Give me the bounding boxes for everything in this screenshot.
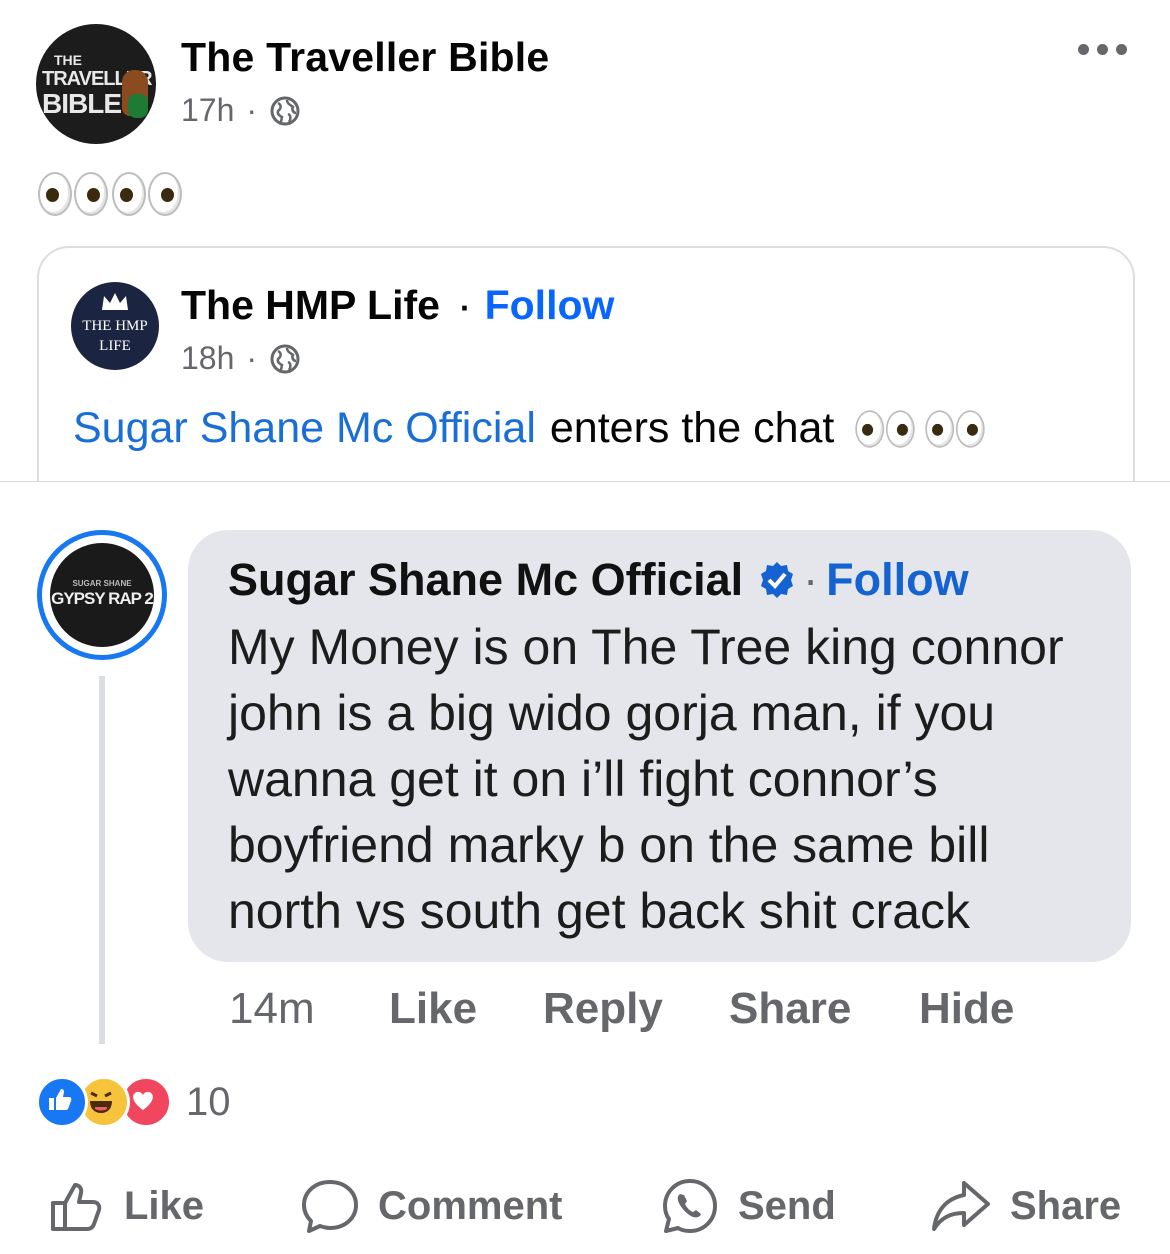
follow-button[interactable]: Follow	[485, 282, 615, 329]
send-button[interactable]: Send	[660, 1170, 836, 1242]
post-action-bar: Like Comment Send Share	[0, 1170, 1170, 1242]
separator-dot: ·	[246, 340, 258, 376]
page-avatar[interactable]: THE TRAVELLER BIBLE	[36, 24, 156, 144]
whatsapp-icon	[663, 1179, 717, 1233]
eyes-emoji-icon	[855, 409, 916, 448]
thumbs-up-icon	[51, 1183, 102, 1231]
comment-text: My Money is on The Tree king connor john…	[228, 614, 1128, 944]
comment-share-button[interactable]: Share	[729, 984, 919, 1034]
comment-line: john is a big wido gorja man, if you	[228, 685, 996, 741]
share-label: Share	[1010, 1183, 1122, 1228]
like-reaction-icon	[36, 1076, 88, 1128]
comment-line: north vs south get back shit crack	[228, 883, 971, 939]
shared-author-row: The HMP Life · Follow	[181, 282, 614, 329]
more-options-icon[interactable]	[1078, 44, 1127, 55]
post-meta: 17h ·	[181, 92, 301, 129]
comment-like-button[interactable]: Like	[389, 984, 543, 1034]
separator-dot: ·	[803, 554, 819, 605]
avatar-text-1: THE	[54, 52, 82, 68]
reaction-count: 10	[186, 1079, 231, 1124]
verified-badge-icon	[761, 562, 794, 598]
globe-icon	[270, 344, 300, 373]
comment-follow-button[interactable]: Follow	[826, 554, 968, 606]
comment-label: Comment	[378, 1183, 563, 1228]
post-body-emoji	[38, 172, 182, 216]
comment-reply-button[interactable]: Reply	[543, 984, 729, 1034]
shared-text-rest: enters the chat	[549, 404, 835, 452]
comment-author[interactable]: Sugar Shane Mc Official	[228, 554, 743, 606]
post-time[interactable]: 17h	[181, 92, 234, 129]
shared-author[interactable]: The HMP Life	[181, 282, 440, 329]
share-arrow-icon	[932, 1181, 990, 1231]
comment-time: 14m	[229, 984, 315, 1033]
send-label: Send	[738, 1183, 836, 1228]
comment-line: boyfriend marky b on the same bill	[228, 817, 990, 873]
globe-icon	[270, 96, 300, 125]
avatar-big-text: GYPSY RAP 2	[51, 589, 154, 608]
separator-dot: ·	[246, 92, 258, 128]
thread-line	[99, 676, 105, 1044]
share-button[interactable]: Share	[930, 1170, 1121, 1242]
eyes-emoji-icon	[112, 172, 182, 216]
shared-time[interactable]: 18h	[181, 340, 234, 377]
post-author[interactable]: The Traveller Bible	[181, 34, 549, 81]
comment-line: wanna get it on i’ll fight connor’s	[228, 751, 938, 807]
shared-post-text: Sugar Shane Mc Official enters the chat	[73, 404, 990, 453]
like-button[interactable]: Like	[48, 1170, 204, 1242]
comment-button[interactable]: Comment	[300, 1170, 562, 1242]
comment-author-row: Sugar Shane Mc Official · Follow	[228, 554, 969, 606]
shared-meta: 18h ·	[181, 340, 301, 377]
boxing-glove-icon-2	[128, 94, 148, 118]
shared-page-avatar[interactable]: THE HMP LIFE	[71, 282, 159, 370]
reactions-summary[interactable]: 10	[36, 1076, 231, 1128]
comment-line: My Money is on The Tree king connor	[228, 619, 1064, 675]
comment-hide-button[interactable]: Hide	[919, 984, 1014, 1034]
eyes-emoji-icon	[38, 172, 108, 216]
avatar-text-2: LIFE	[99, 338, 131, 354]
crown-icon	[102, 293, 128, 310]
comment-bubble-icon	[302, 1180, 358, 1233]
avatar-text-3: BIBLE	[42, 88, 122, 119]
eyes-emoji-icon	[925, 409, 986, 448]
separator-dot: ·	[459, 290, 471, 326]
like-label: Like	[124, 1183, 205, 1228]
comment-actions: 14m Like Reply Share Hide	[229, 984, 1014, 1034]
avatar-small-text: SUGAR SHANE	[72, 579, 132, 588]
commenter-avatar[interactable]: SUGAR SHANE GYPSY RAP 2	[37, 530, 167, 660]
mention-link[interactable]: Sugar Shane Mc Official	[73, 404, 536, 453]
avatar-text-1: THE HMP	[82, 318, 148, 334]
